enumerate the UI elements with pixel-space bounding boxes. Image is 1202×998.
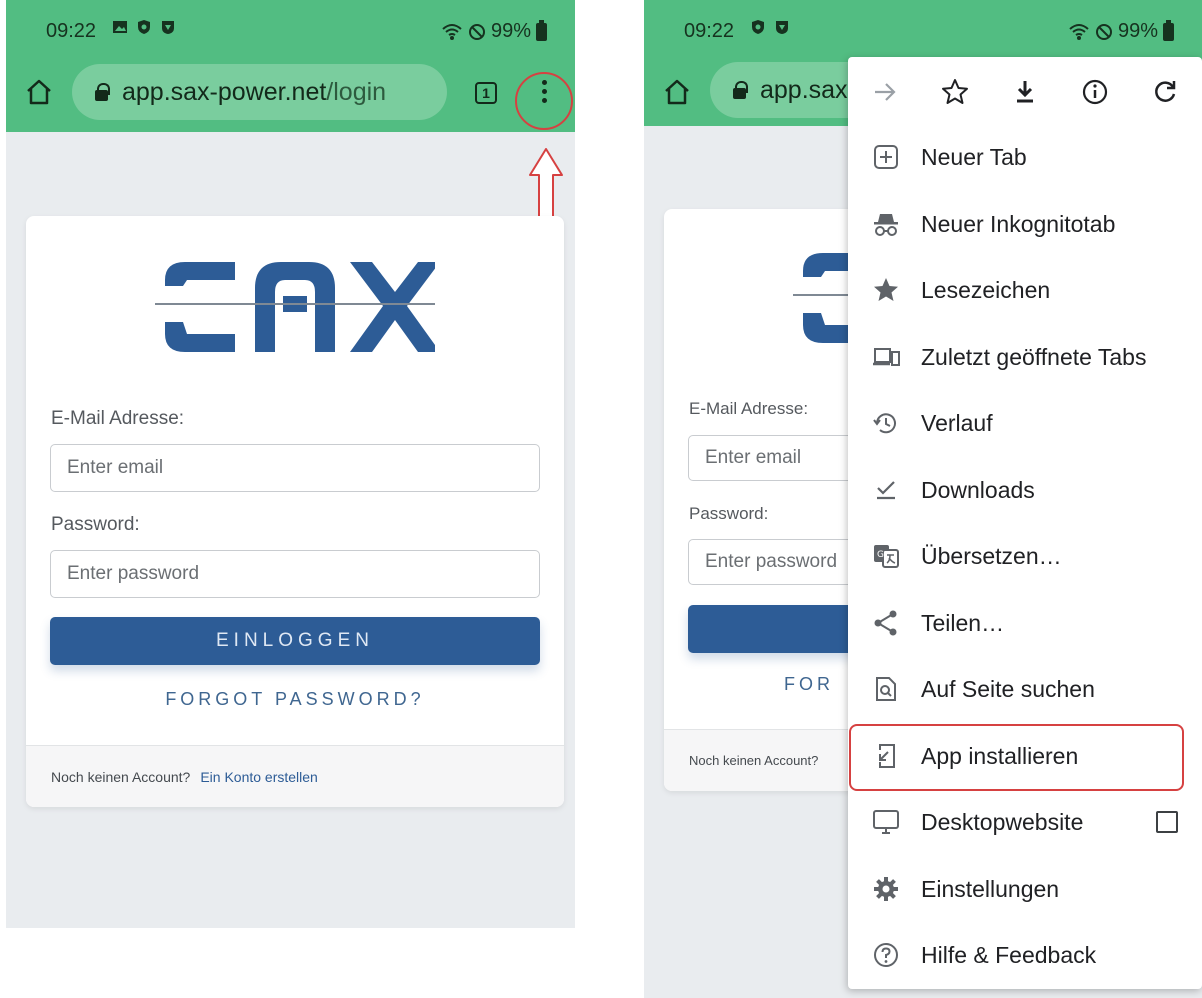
menu-item-share[interactable]: Teilen… xyxy=(848,590,1202,656)
annotation-circle xyxy=(515,72,573,130)
menu-item-label: Einstellungen xyxy=(921,876,1060,902)
menu-item-help[interactable]: Hilfe & Feedback xyxy=(848,922,1202,988)
no-account-text: Noch keinen Account? xyxy=(51,768,191,785)
svg-text:G: G xyxy=(877,550,884,560)
battery-percent: 99% xyxy=(1117,20,1158,42)
status-time: 09:22 xyxy=(46,20,97,42)
battery-icon xyxy=(536,19,547,41)
menu-item-label: Neuer Tab xyxy=(921,144,1027,170)
desktop-icon xyxy=(873,810,899,834)
sax-logo xyxy=(155,262,435,352)
battery-icon xyxy=(1163,19,1174,41)
status-right: 99% xyxy=(1068,19,1174,43)
home-icon[interactable] xyxy=(662,77,692,107)
card-footer: Noch keinen Account? Ein Konto erstellen xyxy=(26,745,564,807)
devices-icon xyxy=(873,348,900,366)
right-phone-screenshot: 09:22 99% app.sax E-Mail Adresse: Enter xyxy=(644,0,1202,998)
menu-item-translate[interactable]: G Übersetzen… xyxy=(848,523,1202,589)
refresh-icon[interactable] xyxy=(1150,77,1180,107)
new-tab-icon xyxy=(874,145,898,169)
wifi-icon xyxy=(1069,23,1089,40)
menu-item-incognito[interactable]: Neuer Inkognitotab xyxy=(848,191,1202,257)
email-label: E-Mail Adresse: xyxy=(689,399,809,418)
url-host: app.sax-power.net xyxy=(122,77,327,106)
login-card: E-Mail Adresse: Enter email Password: En… xyxy=(26,216,564,807)
menu-item-label: Downloads xyxy=(921,477,1035,503)
star-filled-icon xyxy=(874,278,898,301)
menu-item-label: Auf Seite suchen xyxy=(921,676,1095,702)
install-app-highlight xyxy=(849,724,1184,791)
menu-item-label: Teilen… xyxy=(921,610,1005,636)
status-bar: 09:22 99% xyxy=(6,0,575,54)
notification-icons xyxy=(112,19,176,35)
bookmark-star-icon[interactable] xyxy=(940,77,970,107)
password-label: Password: xyxy=(51,514,140,535)
menu-item-bookmarks[interactable]: Lesezeichen xyxy=(848,257,1202,323)
lock-icon xyxy=(94,83,110,101)
status-time: 09:22 xyxy=(684,20,735,42)
wifi-icon xyxy=(442,23,462,40)
menu-item-downloads[interactable]: Downloads xyxy=(848,457,1202,523)
menu-item-label: Desktopwebsite xyxy=(921,809,1084,835)
email-field[interactable]: Enter email xyxy=(50,444,540,492)
left-phone-screenshot: 09:22 99% app.sax-power.net/login 1 E-Ma… xyxy=(6,0,575,928)
no-account-text: Noch keinen Account? xyxy=(689,753,819,768)
menu-item-label: Hilfe & Feedback xyxy=(921,942,1097,968)
browser-toolbar: app.sax-power.net/login 1 xyxy=(6,54,575,132)
do-not-disturb-icon xyxy=(1095,23,1112,40)
help-icon xyxy=(874,943,898,967)
shield-icon xyxy=(138,20,150,34)
chrome-overflow-menu: Neuer Tab Neuer Inkognitotab Lesezeichen… xyxy=(848,57,1202,989)
do-not-disturb-icon xyxy=(468,23,485,40)
info-icon[interactable] xyxy=(1080,77,1110,107)
password-label: Password: xyxy=(689,504,769,523)
download-done-icon xyxy=(877,481,895,500)
create-account-link[interactable]: Ein Konto erstellen xyxy=(200,769,318,785)
vpn-icon xyxy=(776,21,788,34)
login-button[interactable]: EINLOGGEN xyxy=(50,617,540,665)
image-icon xyxy=(113,21,127,33)
forgot-password-link[interactable]: FORGOT PASSWORD? xyxy=(50,689,540,710)
status-right: 99% xyxy=(441,19,547,43)
menu-item-label: Lesezeichen xyxy=(921,277,1051,303)
url-host: app.sax xyxy=(760,75,848,104)
menu-item-new-tab[interactable]: Neuer Tab xyxy=(848,124,1202,190)
incognito-icon xyxy=(874,214,898,236)
notification-icons xyxy=(750,19,790,35)
menu-item-find-in-page[interactable]: Auf Seite suchen xyxy=(848,656,1202,722)
tab-switcher-button[interactable]: 1 xyxy=(475,82,497,104)
url-path: /login xyxy=(326,77,387,106)
menu-action-row xyxy=(848,57,1202,127)
menu-item-desktop-site[interactable]: Desktopwebsite xyxy=(848,789,1202,855)
vpn-icon xyxy=(162,21,174,34)
battery-percent: 99% xyxy=(490,20,531,42)
menu-item-label: Verlauf xyxy=(921,410,993,436)
shield-icon xyxy=(752,20,764,34)
menu-item-recent-tabs[interactable]: Zuletzt geöffnete Tabs xyxy=(848,324,1202,390)
desktop-site-checkbox[interactable] xyxy=(1156,811,1178,833)
menu-item-settings[interactable]: Einstellungen xyxy=(848,856,1202,922)
home-icon[interactable] xyxy=(24,77,54,107)
settings-icon xyxy=(874,877,898,901)
password-field[interactable]: Enter password xyxy=(50,550,540,598)
lock-icon xyxy=(732,81,748,99)
translate-icon: G xyxy=(874,545,899,568)
menu-item-label: Neuer Inkognitotab xyxy=(921,211,1116,237)
email-label: E-Mail Adresse: xyxy=(51,408,185,429)
menu-item-label: Zuletzt geöffnete Tabs xyxy=(921,344,1147,370)
forward-icon[interactable] xyxy=(870,77,900,107)
menu-item-label: Übersetzen… xyxy=(921,543,1062,569)
url-bar[interactable]: app.sax-power.net/login xyxy=(72,64,447,120)
history-icon xyxy=(873,413,896,434)
status-bar: 09:22 99% xyxy=(644,0,1202,54)
download-icon[interactable] xyxy=(1010,77,1040,107)
annotation-arrow-up-icon xyxy=(529,148,563,222)
menu-item-history[interactable]: Verlauf xyxy=(848,390,1202,456)
share-icon xyxy=(874,610,897,636)
find-in-page-icon xyxy=(876,677,896,701)
